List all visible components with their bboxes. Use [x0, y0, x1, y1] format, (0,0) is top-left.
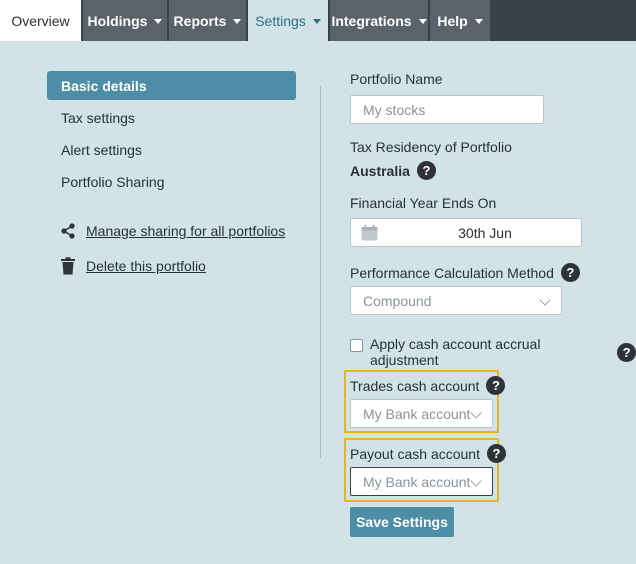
financial-year-value: 30th Jun	[458, 224, 512, 241]
payout-cash-value: My Bank account	[363, 473, 471, 490]
payout-cash-label: Payout cash account ?	[350, 444, 506, 463]
help-icon[interactable]: ?	[486, 444, 506, 463]
tax-residency-label: Tax Residency of Portfolio	[350, 139, 512, 155]
save-settings-label: Save Settings	[356, 514, 448, 530]
sidebar-item-basic-details[interactable]: Basic details	[47, 71, 296, 100]
tab-help[interactable]: Help	[430, 0, 490, 41]
manage-sharing-link[interactable]: Manage sharing for all portfolios	[60, 220, 285, 242]
save-settings-button[interactable]: Save Settings	[350, 507, 454, 537]
delete-portfolio-link[interactable]: Delete this portfolio	[60, 255, 206, 277]
tab-label: Overview	[11, 12, 70, 29]
sidebar-item-label: Portfolio Sharing	[61, 173, 165, 190]
sidebar-item-alert-settings[interactable]: Alert settings	[47, 135, 296, 164]
tab-settings[interactable]: Settings	[248, 0, 328, 41]
performance-method-value: Compound	[363, 292, 432, 309]
portfolio-name-label-text: Portfolio Name	[350, 71, 443, 87]
caret-down-icon	[418, 18, 427, 24]
tab-overview[interactable]: Overview	[0, 0, 81, 41]
share-icon	[60, 222, 76, 240]
tab-label: Reports	[173, 12, 227, 29]
financial-year-label-text: Financial Year Ends On	[350, 195, 497, 211]
cash-accrual-label-text: Apply cash account accrual adjustment	[370, 336, 541, 368]
sidebar-item-label: Basic details	[61, 77, 147, 94]
payout-cash-select[interactable]: My Bank account	[350, 467, 493, 496]
sidebar-item-tax-settings[interactable]: Tax settings	[47, 103, 296, 132]
vertical-divider	[320, 86, 321, 458]
trades-cash-value: My Bank account	[363, 405, 471, 422]
tab-label: Integrations	[331, 12, 412, 29]
help-icon[interactable]: ?	[560, 263, 580, 282]
delete-portfolio-label: Delete this portfolio	[86, 258, 206, 274]
sidebar-item-label: Tax settings	[61, 109, 135, 126]
financial-year-input[interactable]: 30th Jun	[350, 218, 582, 247]
chevron-down-icon	[539, 294, 551, 306]
tab-label: Holdings	[87, 12, 148, 29]
help-icon[interactable]: ?	[416, 161, 436, 180]
tax-residency-label-text: Tax Residency of Portfolio	[350, 139, 512, 155]
tab-integrations[interactable]: Integrations	[330, 0, 428, 41]
tab-reports[interactable]: Reports	[169, 0, 246, 41]
sidebar-item-portfolio-sharing[interactable]: Portfolio Sharing	[47, 167, 296, 196]
help-icon[interactable]: ?	[617, 342, 636, 362]
payout-cash-label-text: Payout cash account	[350, 445, 480, 462]
portfolio-name-label: Portfolio Name	[350, 71, 443, 87]
caret-down-icon	[154, 18, 163, 24]
tax-residency-value: Australia	[350, 162, 410, 179]
trades-cash-label: Trades cash account ?	[350, 376, 506, 395]
caret-down-icon	[233, 18, 242, 24]
performance-method-label: Performance Calculation Method ?	[350, 263, 580, 282]
help-icon[interactable]: ?	[486, 376, 506, 395]
caret-down-icon	[474, 18, 483, 24]
portfolio-name-input[interactable]: My stocks	[350, 95, 544, 124]
portfolio-name-placeholder: My stocks	[363, 101, 426, 118]
tab-holdings[interactable]: Holdings	[83, 0, 167, 41]
performance-method-select[interactable]: Compound	[350, 286, 562, 315]
cash-accrual-label: Apply cash account accrual adjustment ?	[370, 336, 636, 368]
performance-method-label-text: Performance Calculation Method	[350, 264, 554, 281]
manage-sharing-label: Manage sharing for all portfolios	[86, 223, 286, 239]
tax-residency-row: Australia ?	[350, 161, 436, 180]
tab-label: Help	[437, 12, 468, 29]
financial-year-label: Financial Year Ends On	[350, 195, 496, 211]
trades-cash-select[interactable]: My Bank account	[350, 399, 493, 428]
top-nav: Overview Holdings Reports Settings Integ…	[0, 0, 636, 41]
trash-icon	[60, 257, 76, 275]
cash-accrual-checkbox[interactable]	[350, 339, 363, 352]
tab-label: Settings	[255, 12, 306, 29]
chevron-down-icon	[470, 475, 482, 487]
sidebar-item-label: Alert settings	[61, 141, 142, 158]
trades-cash-label-text: Trades cash account	[350, 377, 480, 394]
chevron-down-icon	[470, 407, 482, 419]
caret-down-icon	[312, 18, 321, 24]
